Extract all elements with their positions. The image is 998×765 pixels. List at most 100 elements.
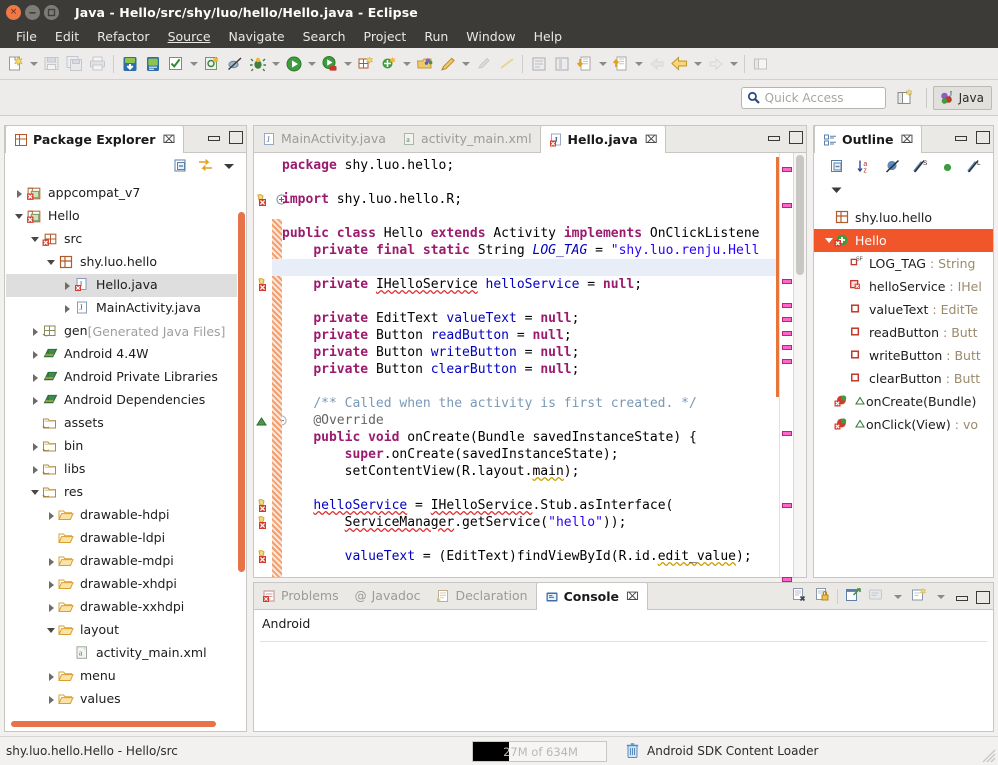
outline-item-shy-luo-hello[interactable]: shy.luo.hello (814, 206, 993, 229)
tree-item-menu[interactable]: menu (6, 665, 237, 688)
overview-ruler-mark[interactable] (782, 317, 792, 322)
tree-item-src[interactable]: src (6, 228, 237, 251)
maximize-button[interactable] (975, 590, 990, 604)
back-button-dim[interactable] (645, 52, 668, 76)
window-close-button[interactable]: × (6, 5, 21, 20)
tree-item-assets[interactable]: assets (6, 412, 237, 435)
last-edit-location-button[interactable] (472, 52, 495, 76)
link-with-editor-button[interactable] (197, 157, 214, 177)
error-marker-icon[interactable] (255, 277, 270, 295)
warning-marker-icon[interactable] (255, 192, 270, 210)
menu-refactor[interactable]: Refactor (88, 27, 158, 46)
expand-arrow-icon[interactable] (60, 297, 74, 320)
build-dropdown[interactable] (187, 52, 200, 76)
close-icon[interactable]: ⌧ (645, 133, 658, 146)
expand-arrow-icon[interactable] (28, 435, 42, 458)
editor-vscrollbar[interactable] (793, 153, 806, 577)
menu-run[interactable]: Run (415, 27, 457, 46)
tab-hello-java[interactable]: J Hello.java ⌧ (539, 125, 667, 153)
close-icon[interactable]: ⌧ (162, 133, 175, 146)
overview-ruler-mark[interactable] (782, 345, 792, 350)
new-java-package-button[interactable] (354, 52, 377, 76)
expand-arrow-icon[interactable] (44, 688, 58, 711)
perspective-java-button[interactable]: J Java (932, 85, 992, 110)
maximize-button[interactable] (228, 130, 243, 144)
outline-item-log-tag[interactable]: S F LOG_TAG : String (814, 252, 993, 275)
hide-static-button[interactable]: S (913, 159, 929, 177)
back-dropdown[interactable] (691, 52, 704, 76)
tree-item-activity-main-xml[interactable]: a activity_main.xml (6, 642, 237, 665)
save-button[interactable] (40, 52, 63, 76)
expand-arrow-icon[interactable] (28, 458, 42, 481)
sort-button[interactable]: a z (857, 159, 873, 177)
quick-access-box[interactable]: Quick Access (740, 86, 886, 109)
tab-activity-main-xml[interactable]: a activity_main.xml (394, 125, 540, 152)
tree-item-hello[interactable]: Hello (6, 205, 237, 228)
open-perspective-button[interactable] (892, 85, 920, 111)
overview-ruler-mark[interactable] (782, 203, 792, 208)
menu-edit[interactable]: Edit (46, 27, 88, 46)
next-annotation-button[interactable] (573, 52, 596, 76)
collapse-arrow-icon[interactable] (44, 251, 58, 274)
tree-item-res[interactable]: res (6, 481, 237, 504)
new-wizard-dropdown[interactable] (27, 52, 40, 76)
scrollbar-thumb[interactable] (11, 721, 216, 727)
maximize-button[interactable] (788, 130, 803, 144)
outline-item-readbutton[interactable]: readButton : Butt (814, 321, 993, 344)
search-dropdown[interactable] (459, 52, 472, 76)
tree-item-gen[interactable]: gen [Generated Java Files] (6, 320, 237, 343)
tree-item-drawable-ldpi[interactable]: drawable-ldpi (6, 527, 237, 550)
tree-item-drawable-xhdpi[interactable]: drawable-xhdpi (6, 573, 237, 596)
open-console-button[interactable] (911, 587, 927, 606)
tree-item-shy-luo-hello[interactable]: shy.luo.hello (6, 251, 237, 274)
build-all-button[interactable] (164, 52, 187, 76)
menu-source[interactable]: Source (159, 27, 220, 46)
menu-project[interactable]: Project (355, 27, 416, 46)
collapse-arrow-icon[interactable] (12, 205, 26, 228)
expand-arrow-icon[interactable] (44, 596, 58, 619)
outline-item-clearbutton[interactable]: clearButton : Butt (814, 367, 993, 390)
tab-declaration[interactable]: Declaration (428, 582, 535, 609)
tree-item-appcompat-v7[interactable]: appcompat_v7 (6, 182, 237, 205)
tab-problems[interactable]: Problems (254, 582, 347, 609)
collapse-all-button[interactable] (830, 159, 845, 177)
view-menu-button[interactable] (222, 159, 236, 176)
package-explorer-vscrollbar[interactable] (238, 182, 245, 713)
tree-item-android-dependencies[interactable]: Android Dependencies (6, 389, 237, 412)
expand-arrow-icon[interactable] (28, 389, 42, 412)
new-android-activity-button[interactable] (200, 52, 223, 76)
tree-item-drawable-mdpi[interactable]: drawable-mdpi (6, 550, 237, 573)
hide-local-types-button[interactable]: L (967, 159, 983, 177)
outline-item-hello[interactable]: Hello (814, 229, 993, 252)
outline-item-oncreate-bundle-[interactable]: onCreate(Bundle) (814, 390, 993, 413)
tree-item-drawable-xxhdpi[interactable]: drawable-xxhdpi (6, 596, 237, 619)
heap-status-widget[interactable]: 27M of 634M (472, 741, 607, 762)
open-perspective-toolbar-button[interactable] (749, 52, 772, 76)
collapse-arrow-icon[interactable] (824, 229, 834, 252)
pin-console-button[interactable] (845, 587, 861, 606)
package-explorer-hscrollbar[interactable] (11, 721, 236, 727)
previous-annotation-dropdown[interactable] (632, 52, 645, 76)
trash-icon[interactable] (625, 742, 640, 759)
clear-console-button[interactable] (791, 587, 807, 606)
tree-item-bin[interactable]: bin (6, 435, 237, 458)
window-minimize-button[interactable] (25, 5, 40, 20)
next-annotation-dropdown[interactable] (596, 52, 609, 76)
collapse-arrow-icon[interactable] (28, 228, 42, 251)
code-text-area[interactable]: package shy.luo.hello; import shy.luo.he… (272, 153, 779, 577)
outline-item-helloservice[interactable]: helloService : IHel (814, 275, 993, 298)
collapse-arrow-icon[interactable] (28, 481, 42, 504)
run-dropdown[interactable] (305, 52, 318, 76)
error-marker-icon[interactable] (255, 549, 270, 567)
tree-item-libs[interactable]: libs (6, 458, 237, 481)
minimize-button[interactable] (766, 130, 780, 144)
outline-item-valuetext[interactable]: valueText : EditTe (814, 298, 993, 321)
close-icon[interactable]: ⌧ (626, 590, 639, 603)
expand-arrow-icon[interactable] (28, 366, 42, 389)
overview-ruler-mark[interactable] (782, 303, 792, 308)
tab-mainactivity-java[interactable]: J MainActivity.java (254, 125, 394, 152)
outline-item-onclick-view-[interactable]: onClick(View) : vo (814, 413, 993, 436)
show-whitespace-button[interactable] (527, 52, 550, 76)
overview-ruler-mark[interactable] (782, 431, 792, 436)
error-marker-icon[interactable] (255, 498, 270, 516)
